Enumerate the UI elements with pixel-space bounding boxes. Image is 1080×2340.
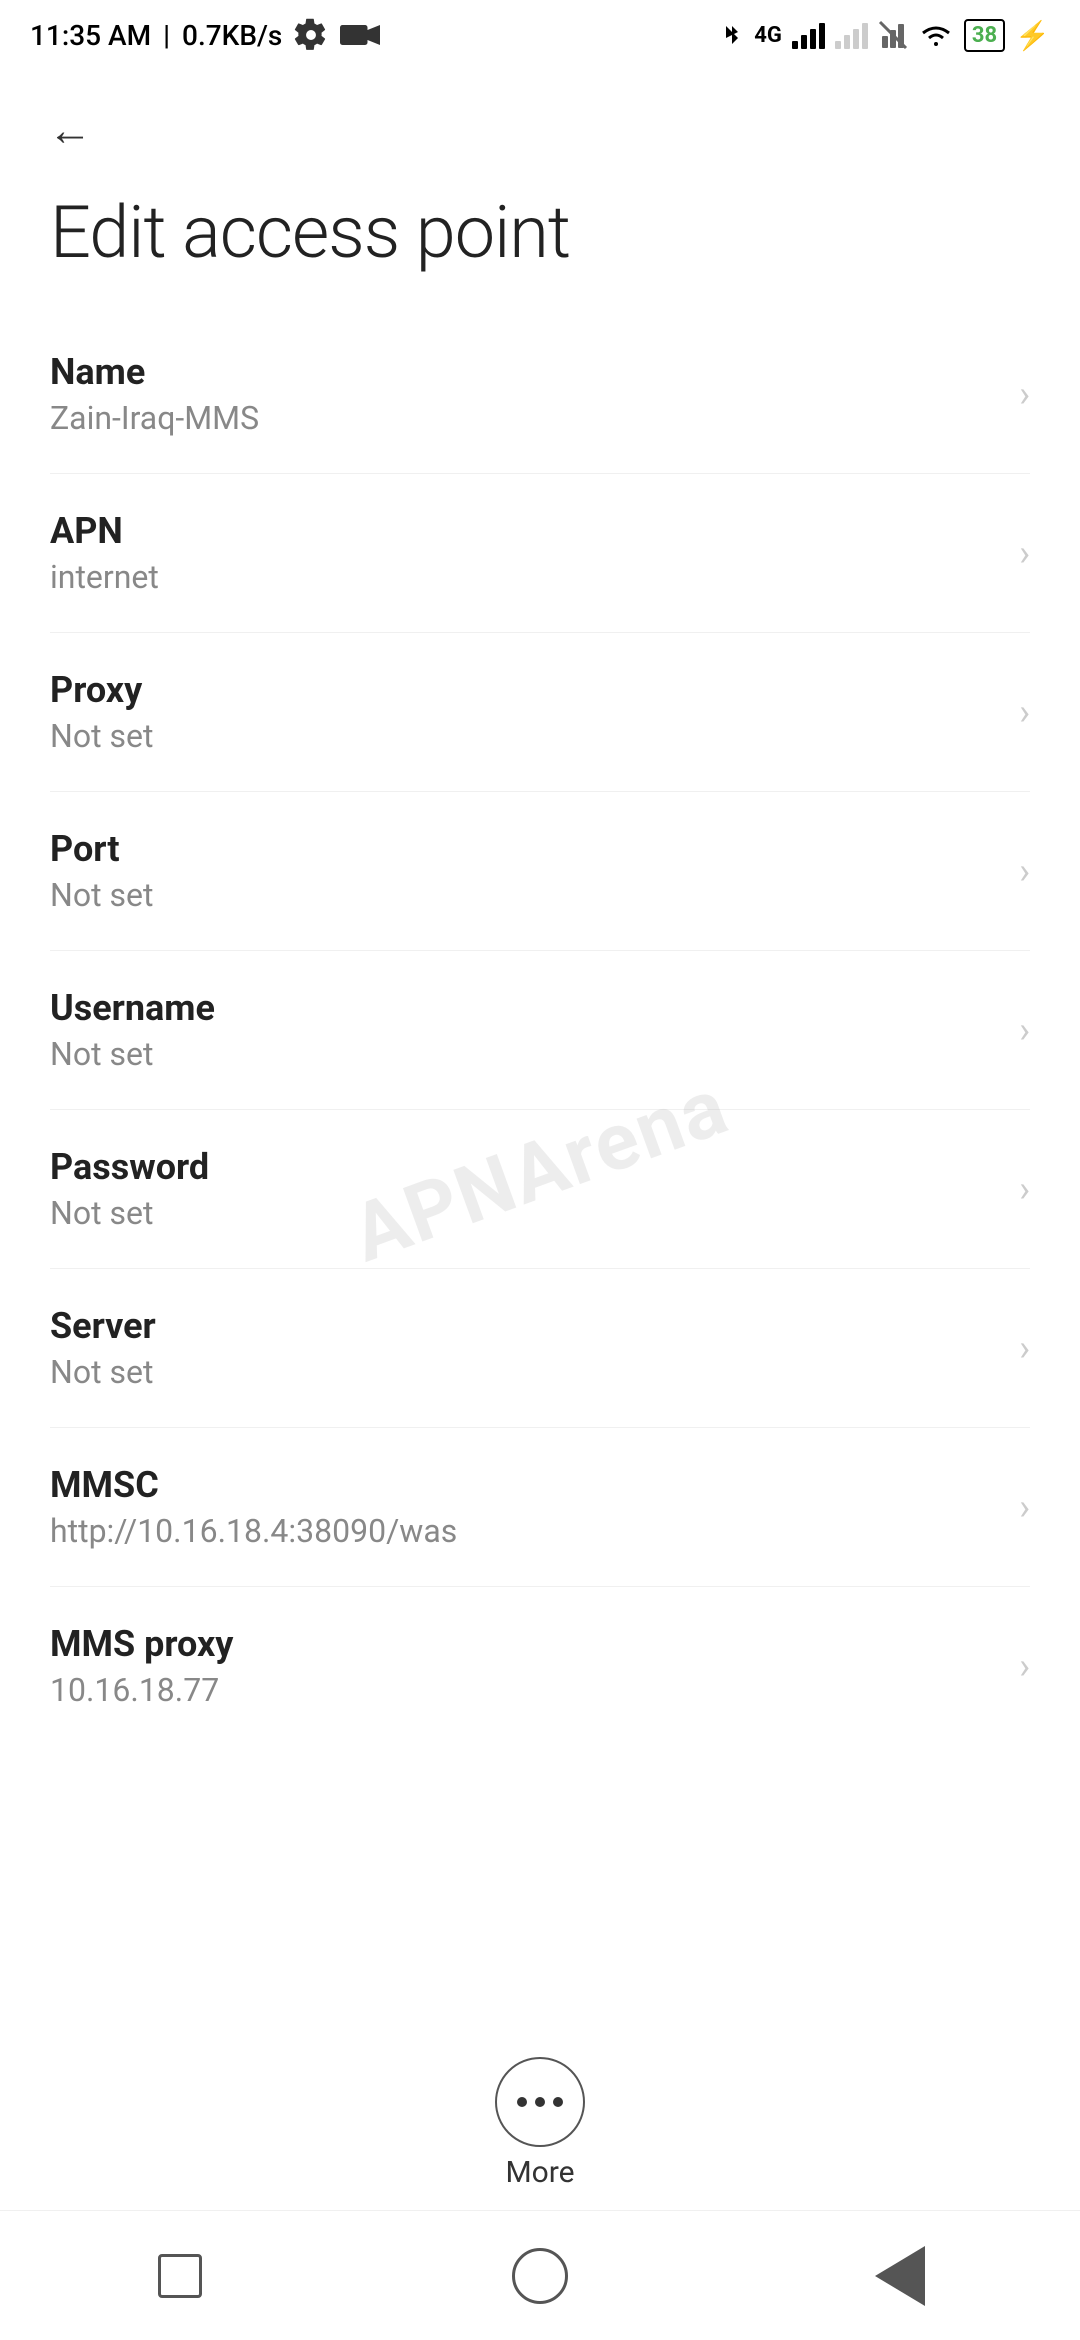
nav-back-button[interactable] bbox=[860, 2236, 940, 2316]
settings-item-server[interactable]: Server Not set › bbox=[50, 1269, 1030, 1428]
settings-item-content-5: Password Not set bbox=[50, 1146, 999, 1232]
wifi-icon bbox=[918, 20, 954, 50]
settings-item-apn[interactable]: APN internet › bbox=[50, 474, 1030, 633]
more-button[interactable] bbox=[495, 2057, 585, 2147]
settings-label-1: APN bbox=[50, 510, 999, 552]
charging-icon: ⚡ bbox=[1015, 19, 1050, 52]
settings-item-mms-proxy[interactable]: MMS proxy 10.16.18.77 › bbox=[50, 1587, 1030, 1745]
status-bar: 11:35 AM | 0.7KB/s 4G bbox=[0, 0, 1080, 70]
nav-recents-button[interactable] bbox=[140, 2236, 220, 2316]
more-dot-3 bbox=[553, 2097, 563, 2107]
settings-value-4: Not set bbox=[50, 1035, 999, 1073]
chevron-right-icon-8: › bbox=[1019, 1645, 1030, 1687]
battery-indicator: 38 bbox=[964, 19, 1005, 52]
nav-home-button[interactable] bbox=[500, 2236, 580, 2316]
settings-item-port[interactable]: Port Not set › bbox=[50, 792, 1030, 951]
settings-list: Name Zain-Iraq-MMS › APN internet › Prox… bbox=[0, 315, 1080, 1745]
settings-value-7: http://10.16.18.4:38090/was bbox=[50, 1512, 999, 1550]
more-dot-1 bbox=[517, 2097, 527, 2107]
settings-item-name[interactable]: Name Zain-Iraq-MMS › bbox=[50, 315, 1030, 474]
settings-item-content-2: Proxy Not set bbox=[50, 669, 999, 755]
settings-value-1: internet bbox=[50, 558, 999, 596]
signal-bars-2 bbox=[835, 21, 868, 49]
bluetooth-icon bbox=[720, 20, 744, 50]
chevron-right-icon-0: › bbox=[1019, 373, 1030, 415]
more-label: More bbox=[505, 2155, 574, 2190]
page-title: Edit access point bbox=[0, 170, 1080, 315]
status-left: 11:35 AM | 0.7KB/s bbox=[30, 18, 380, 52]
settings-item-password[interactable]: Password Not set › bbox=[50, 1110, 1030, 1269]
network-type-4g: 4G bbox=[754, 23, 782, 48]
settings-value-2: Not set bbox=[50, 717, 999, 755]
settings-value-0: Zain-Iraq-MMS bbox=[50, 399, 999, 437]
back-button[interactable]: ← bbox=[40, 100, 100, 160]
settings-label-3: Port bbox=[50, 828, 999, 870]
settings-item-content-8: MMS proxy 10.16.18.77 bbox=[50, 1623, 999, 1709]
settings-item-mmsc[interactable]: MMSC http://10.16.18.4:38090/was › bbox=[50, 1428, 1030, 1587]
more-dot-2 bbox=[535, 2097, 545, 2107]
settings-label-8: MMS proxy bbox=[50, 1623, 999, 1665]
back-arrow-icon: ← bbox=[48, 104, 92, 156]
chevron-right-icon-5: › bbox=[1019, 1168, 1030, 1210]
settings-label-0: Name bbox=[50, 351, 999, 393]
settings-item-content-7: MMSC http://10.16.18.4:38090/was bbox=[50, 1464, 999, 1550]
settings-value-6: Not set bbox=[50, 1353, 999, 1391]
settings-value-5: Not set bbox=[50, 1194, 999, 1232]
settings-icon bbox=[294, 18, 328, 52]
no-signal-icon bbox=[878, 20, 908, 50]
chevron-right-icon-1: › bbox=[1019, 532, 1030, 574]
back-triangle-icon bbox=[875, 2246, 925, 2306]
settings-value-3: Not set bbox=[50, 876, 999, 914]
settings-item-content-6: Server Not set bbox=[50, 1305, 999, 1391]
settings-item-proxy[interactable]: Proxy Not set › bbox=[50, 633, 1030, 792]
chevron-right-icon-6: › bbox=[1019, 1327, 1030, 1369]
chevron-right-icon-2: › bbox=[1019, 691, 1030, 733]
settings-value-8: 10.16.18.77 bbox=[50, 1671, 999, 1709]
chevron-right-icon-4: › bbox=[1019, 1009, 1030, 1051]
settings-item-content-4: Username Not set bbox=[50, 987, 999, 1073]
status-right: 4G 38 ⚡ bbox=[720, 19, 1050, 52]
settings-label-4: Username bbox=[50, 987, 999, 1029]
settings-item-content-0: Name Zain-Iraq-MMS bbox=[50, 351, 999, 437]
time-display: 11:35 AM bbox=[30, 19, 151, 52]
settings-label-5: Password bbox=[50, 1146, 999, 1188]
settings-label-7: MMSC bbox=[50, 1464, 999, 1506]
settings-item-content-1: APN internet bbox=[50, 510, 999, 596]
bottom-more-section: More bbox=[0, 2057, 1080, 2190]
chevron-right-icon-3: › bbox=[1019, 850, 1030, 892]
home-circle-icon bbox=[512, 2248, 568, 2304]
nav-bar bbox=[0, 2210, 1080, 2340]
settings-label-6: Server bbox=[50, 1305, 999, 1347]
recents-square-icon bbox=[158, 2254, 202, 2298]
network-speed: 0.7KB/s bbox=[182, 19, 282, 52]
settings-label-2: Proxy bbox=[50, 669, 999, 711]
signal-bars-1 bbox=[792, 21, 825, 49]
settings-item-content-3: Port Not set bbox=[50, 828, 999, 914]
chevron-right-icon-7: › bbox=[1019, 1486, 1030, 1528]
speed-display: | bbox=[163, 19, 170, 52]
settings-item-username[interactable]: Username Not set › bbox=[50, 951, 1030, 1110]
top-nav: ← bbox=[0, 70, 1080, 170]
camera-icon bbox=[340, 20, 380, 50]
